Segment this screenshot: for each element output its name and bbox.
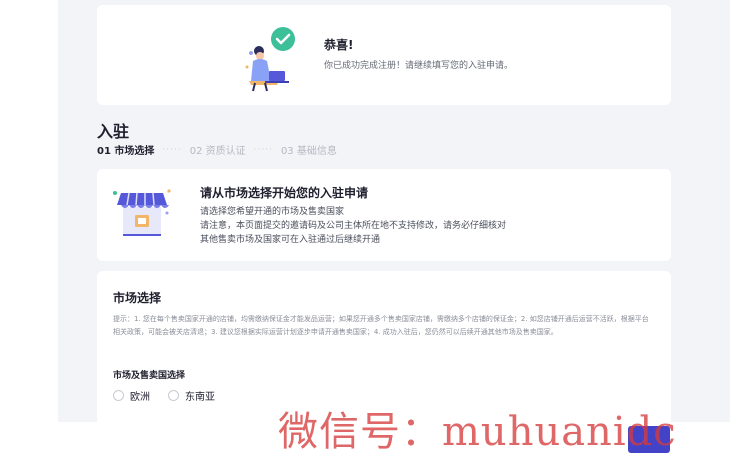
- success-title: 恭喜!: [324, 38, 354, 52]
- intro-line: 请选择您希望开通的市场及售卖国家: [200, 207, 345, 217]
- intro-title: 请从市场选择开始您的入驻申请: [200, 186, 369, 200]
- radio-europe[interactable]: 欧洲: [113, 388, 150, 403]
- step-indicator: 01 市场选择 ····· 02 资质认证 ····· 03 基础信息: [97, 142, 337, 158]
- radio-southeast-asia[interactable]: 东南亚: [168, 388, 215, 403]
- success-card: 恭喜! 你已成功完成注册！请继续填写您的入驻申请。: [97, 5, 671, 105]
- step-market-selection[interactable]: 01 市场选择: [97, 142, 154, 157]
- store-icon: [111, 183, 173, 239]
- intro-line: 其他售卖市场及国家可在入驻通过后继续开通: [200, 235, 381, 245]
- radio-button[interactable]: [168, 390, 179, 401]
- market-selection-title: 市场选择: [113, 291, 162, 305]
- market-selection-tip: 提示：1. 您在每个售卖国家开通的店铺，均需缴纳保证金才能发品运营；如果您开通多…: [113, 315, 649, 336]
- watermark-text: 微信号：muhuanidc: [278, 409, 677, 455]
- intro-line: 请注意，本页面提交的邀请码及公司主体所在地不支持修改，请务必仔细核对: [200, 221, 507, 231]
- radio-label: 东南亚: [185, 392, 215, 403]
- market-radio-group: 欧洲 东南亚: [113, 388, 233, 403]
- market-country-label: 市场及售卖国选择: [113, 371, 186, 381]
- step-separator: ·····: [253, 144, 273, 155]
- market-intro-card: 请从市场选择开始您的入驻申请 请选择您希望开通的市场及售卖国家 请注意，本页面提…: [97, 169, 671, 261]
- step-qualification[interactable]: 02 资质认证: [190, 142, 246, 157]
- success-illustration: [245, 25, 297, 93]
- step-separator: ·····: [162, 144, 182, 155]
- radio-label: 欧洲: [130, 392, 150, 403]
- page-title: 入驻: [97, 122, 130, 141]
- radio-button[interactable]: [113, 390, 124, 401]
- success-description: 你已成功完成注册！请继续填写您的入驻申请。: [324, 61, 514, 71]
- step-basic-info[interactable]: 03 基础信息: [281, 142, 337, 157]
- check-circle-icon: [245, 27, 295, 92]
